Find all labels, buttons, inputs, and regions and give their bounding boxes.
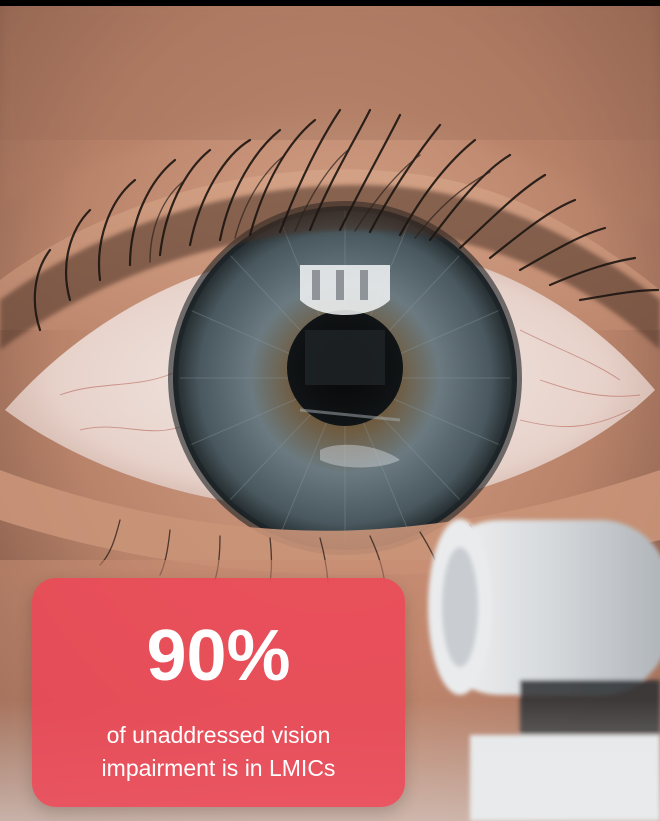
stat-value: 90% <box>146 616 291 696</box>
top-border-strip <box>0 0 660 6</box>
stat-caption: of unaddressed vision impairment is in L… <box>32 719 405 785</box>
hero-scene: 90% of unaddressed vision impairment is … <box>0 0 660 821</box>
stat-card: 90% of unaddressed vision impairment is … <box>32 578 405 807</box>
stat-caption-line-2: impairment is in LMICs <box>101 755 336 781</box>
stat-caption-line-1: of unaddressed vision <box>106 722 331 748</box>
